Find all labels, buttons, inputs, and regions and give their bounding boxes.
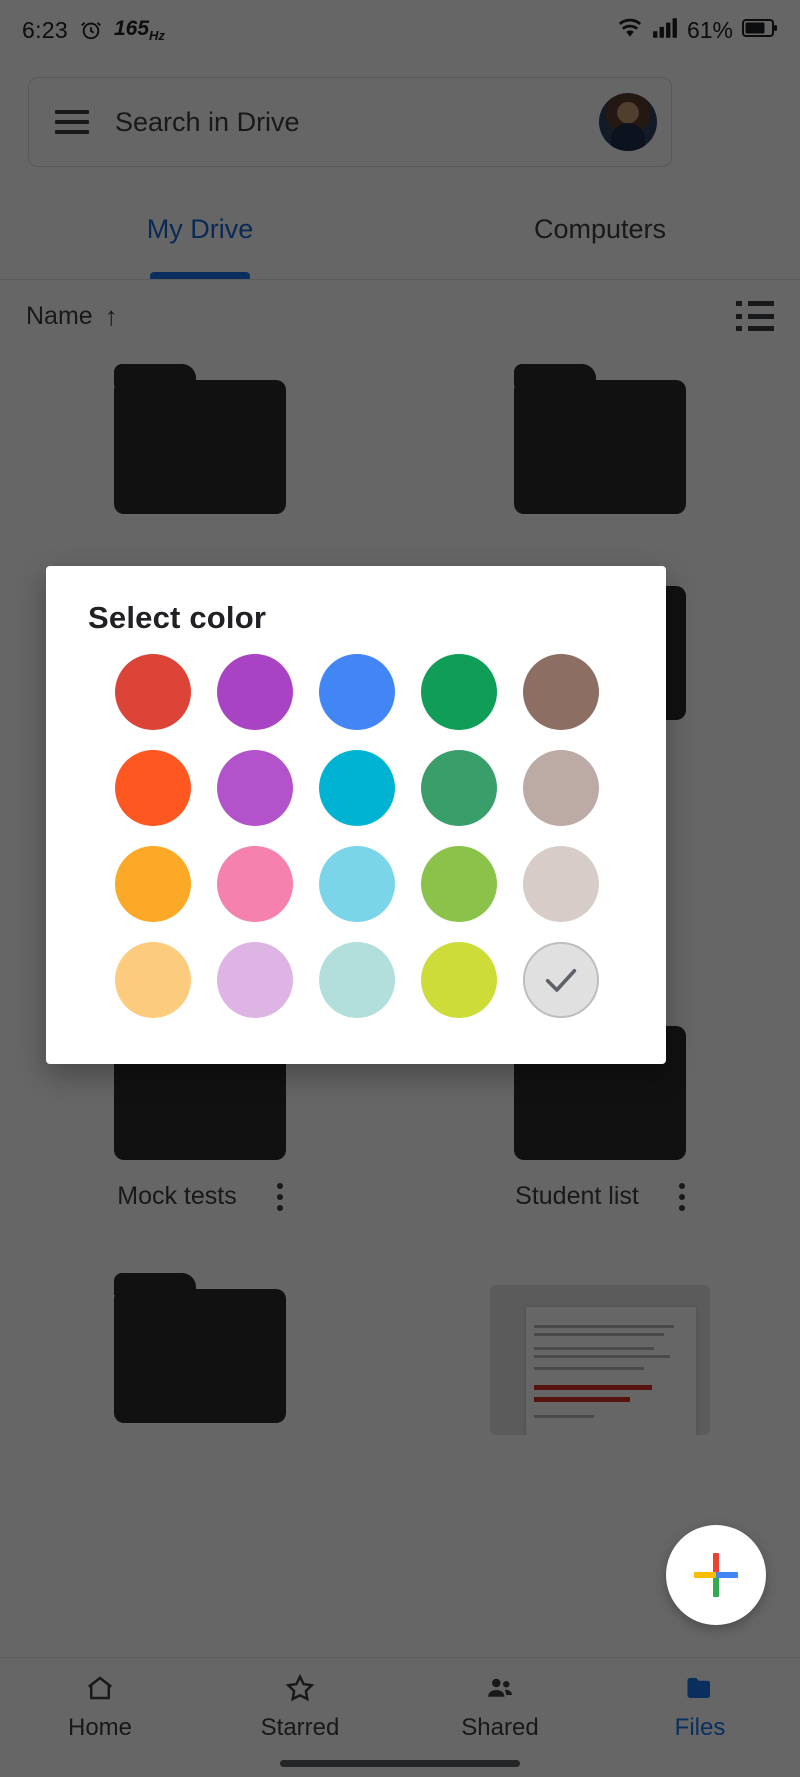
google-plus-icon xyxy=(694,1553,738,1597)
phone-screen: 6:23 165Hz xyxy=(0,0,800,1777)
color-swatch-cyan[interactable] xyxy=(319,750,395,826)
color-swatch-brown[interactable] xyxy=(523,654,599,730)
color-swatch-red[interactable] xyxy=(115,654,191,730)
color-swatch-light-brown[interactable] xyxy=(523,750,599,826)
new-button[interactable] xyxy=(666,1525,766,1625)
color-swatch-lilac[interactable] xyxy=(217,942,293,1018)
color-swatch-green[interactable] xyxy=(421,654,497,730)
color-swatch-blue[interactable] xyxy=(319,654,395,730)
color-swatch-light-purple[interactable] xyxy=(217,750,293,826)
color-swatch-pale-amber[interactable] xyxy=(115,942,191,1018)
select-color-dialog: Select color xyxy=(46,566,666,1064)
color-swatch-purple[interactable] xyxy=(217,654,293,730)
color-swatch-orange[interactable] xyxy=(115,750,191,826)
color-swatch-pale-brown[interactable] xyxy=(523,846,599,922)
dialog-title: Select color xyxy=(88,600,267,635)
color-swatch-light-green[interactable] xyxy=(421,846,497,922)
color-swatch-medium-green[interactable] xyxy=(421,750,497,826)
color-swatch-grid xyxy=(46,654,666,1018)
color-swatch-pale-cyan[interactable] xyxy=(319,942,395,1018)
color-swatch-light-blue[interactable] xyxy=(319,846,395,922)
color-swatch-lime[interactable] xyxy=(421,942,497,1018)
color-swatch-amber[interactable] xyxy=(115,846,191,922)
color-swatch-gray-selected[interactable] xyxy=(523,942,599,1018)
color-swatch-pink[interactable] xyxy=(217,846,293,922)
check-icon xyxy=(525,944,597,1016)
